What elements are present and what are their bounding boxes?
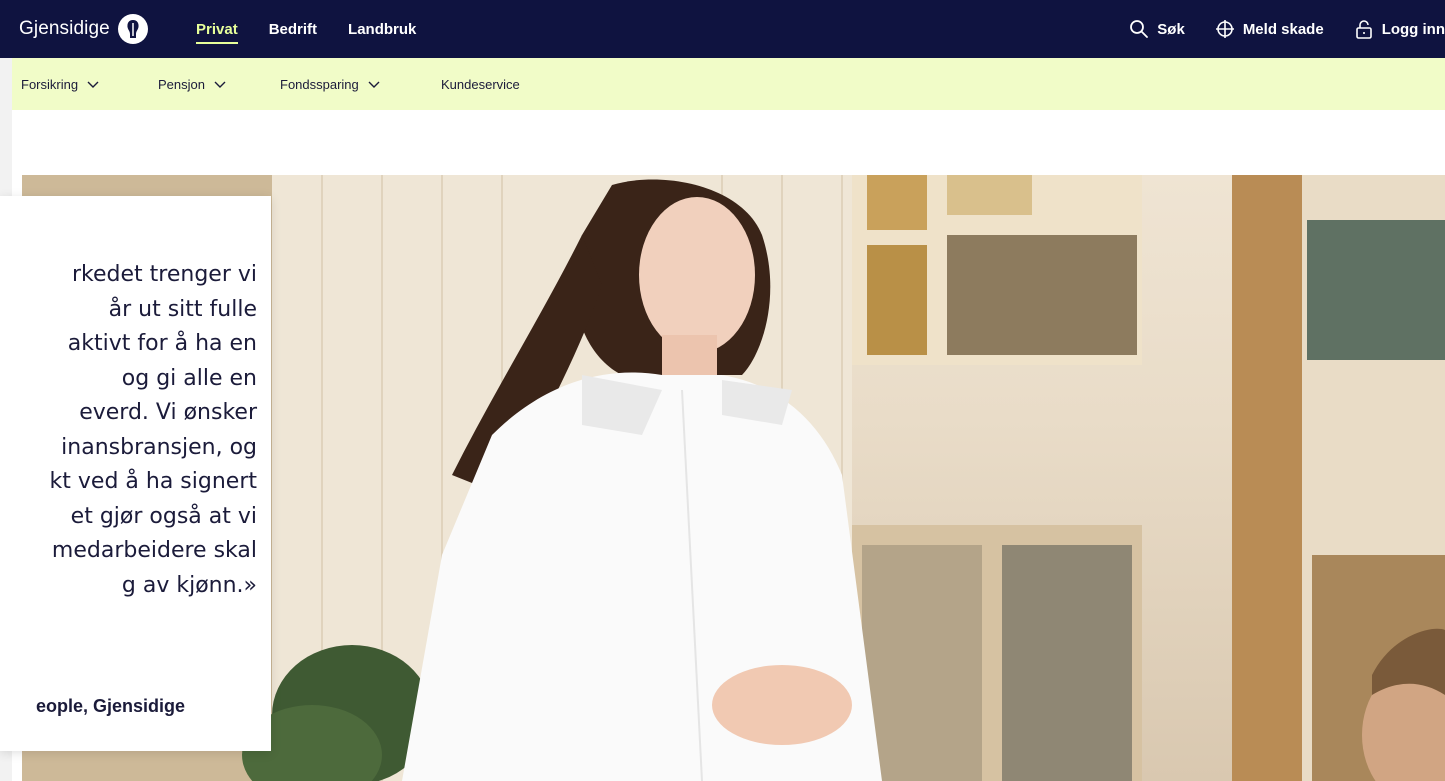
quote-line: kt ved å ha signert — [49, 469, 257, 494]
quote-line: rkedet trenger vi — [72, 262, 257, 287]
login-button[interactable]: Logg inn — [1354, 19, 1445, 39]
quote-card: rkedet trenger vi år ut sitt fulle aktiv… — [0, 196, 271, 751]
lock-icon — [1354, 19, 1374, 39]
subnav-label: Forsikring — [21, 76, 79, 92]
brand-name: Gjensidige — [19, 18, 110, 39]
report-claim-label: Meld skade — [1242, 20, 1324, 38]
brand-emblem-icon — [117, 14, 148, 44]
subnav-item-fondssparing[interactable]: Fondssparing — [280, 58, 381, 110]
chevron-down-icon — [86, 77, 100, 92]
tab-landbruk[interactable]: Landbruk — [348, 15, 416, 44]
brand-logo[interactable]: Gjensidige — [19, 14, 148, 44]
subnav-item-forsikring[interactable]: Forsikring — [21, 58, 100, 110]
sub-navigation: Forsikring Pensjon Fondssparing Kundeser… — [12, 58, 1445, 110]
subnav-label: Fondssparing — [280, 76, 359, 92]
top-navigation: Gjensidige Privat Bedrift Landbruk Søk M… — [0, 0, 1445, 58]
header-actions: Søk Meld skade Logg inn — [1129, 0, 1445, 58]
subnav-item-pensjon[interactable]: Pensjon — [158, 58, 227, 110]
subnav-item-kundeservice[interactable]: Kundeservice — [441, 58, 520, 110]
search-icon — [1129, 19, 1149, 39]
search-label: Søk — [1157, 20, 1185, 38]
subnav-label: Kundeservice — [441, 76, 520, 92]
report-claim-button[interactable]: Meld skade — [1215, 19, 1324, 39]
quote-text: rkedet trenger vi år ut sitt fulle aktiv… — [0, 258, 257, 603]
claim-cross-icon — [1215, 19, 1235, 39]
main-tabs: Privat Bedrift Landbruk — [196, 0, 416, 58]
quote-author: eople, Gjensidige — [35, 696, 185, 716]
search-button[interactable]: Søk — [1129, 19, 1185, 39]
login-label: Logg inn — [1381, 20, 1445, 38]
chevron-down-icon — [367, 77, 381, 92]
tab-bedrift[interactable]: Bedrift — [269, 15, 317, 44]
subnav-label: Pensjon — [158, 76, 205, 92]
quote-line: medarbeidere skal — [51, 538, 257, 563]
quote-line: og gi alle en — [121, 365, 257, 391]
quote-line: år ut sitt fulle — [108, 296, 257, 322]
quote-line: aktivt for å ha en — [67, 331, 257, 356]
tab-privat[interactable]: Privat — [196, 15, 238, 44]
quote-line: everd. Vi ønsker — [79, 400, 257, 425]
chevron-down-icon — [213, 77, 227, 92]
quote-line: inansbransjen, og — [61, 434, 257, 460]
quote-line: g av kjønn.» — [121, 572, 257, 598]
quote-line: et gjør også at vi — [70, 503, 257, 529]
